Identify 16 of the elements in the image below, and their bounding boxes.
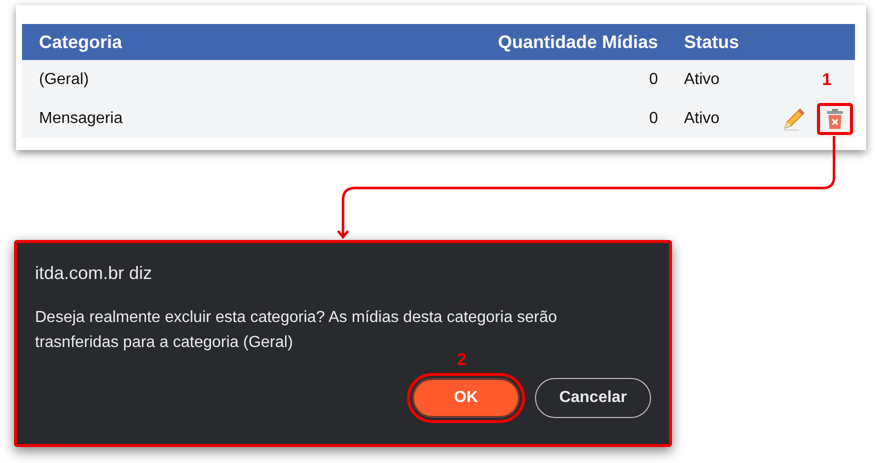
table-cell-text: Ativo [683,110,720,128]
table-cell-text: 0 [649,70,659,88]
pencil-icon[interactable] [781,106,807,132]
column-header: Status [683,32,740,52]
table-cell-text: 0 [649,110,659,128]
dialog-title: itda.com.br diz [35,263,154,284]
column-header: Quantidade Mídias [498,32,659,52]
table-cell-text: (Geral) [38,70,89,88]
delete-icon[interactable] [827,108,843,128]
callout-number: 2 [457,350,466,370]
column-header: Categoria [38,32,122,52]
table-cell-text: Ativo [683,70,720,88]
dialog-message: Deseja realmente excluir esta categoria? As mídias desta categoria serão trasnferidas para a categoria (Geral) [35,308,558,353]
table-cell-text: Mensageria [38,110,123,128]
cancel-button[interactable]: Cancelar [535,378,651,418]
callout-number: 1 [822,70,832,90]
